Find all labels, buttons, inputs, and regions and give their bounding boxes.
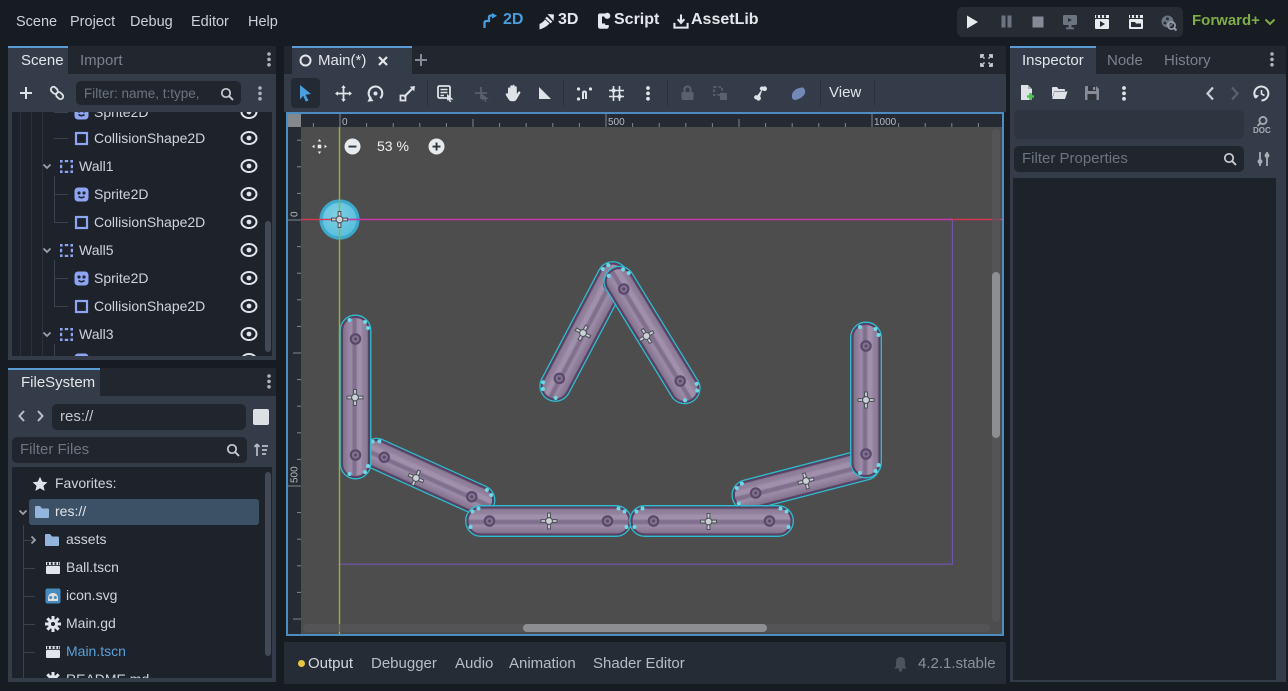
svg-text:500: 500 bbox=[290, 466, 301, 483]
svg-text:500: 500 bbox=[608, 117, 625, 127]
svg-text:1000: 1000 bbox=[874, 117, 897, 127]
svg-text:DOC: DOC bbox=[1253, 126, 1271, 135]
svg-text:0: 0 bbox=[290, 211, 301, 217]
svg-text:0: 0 bbox=[342, 117, 348, 127]
